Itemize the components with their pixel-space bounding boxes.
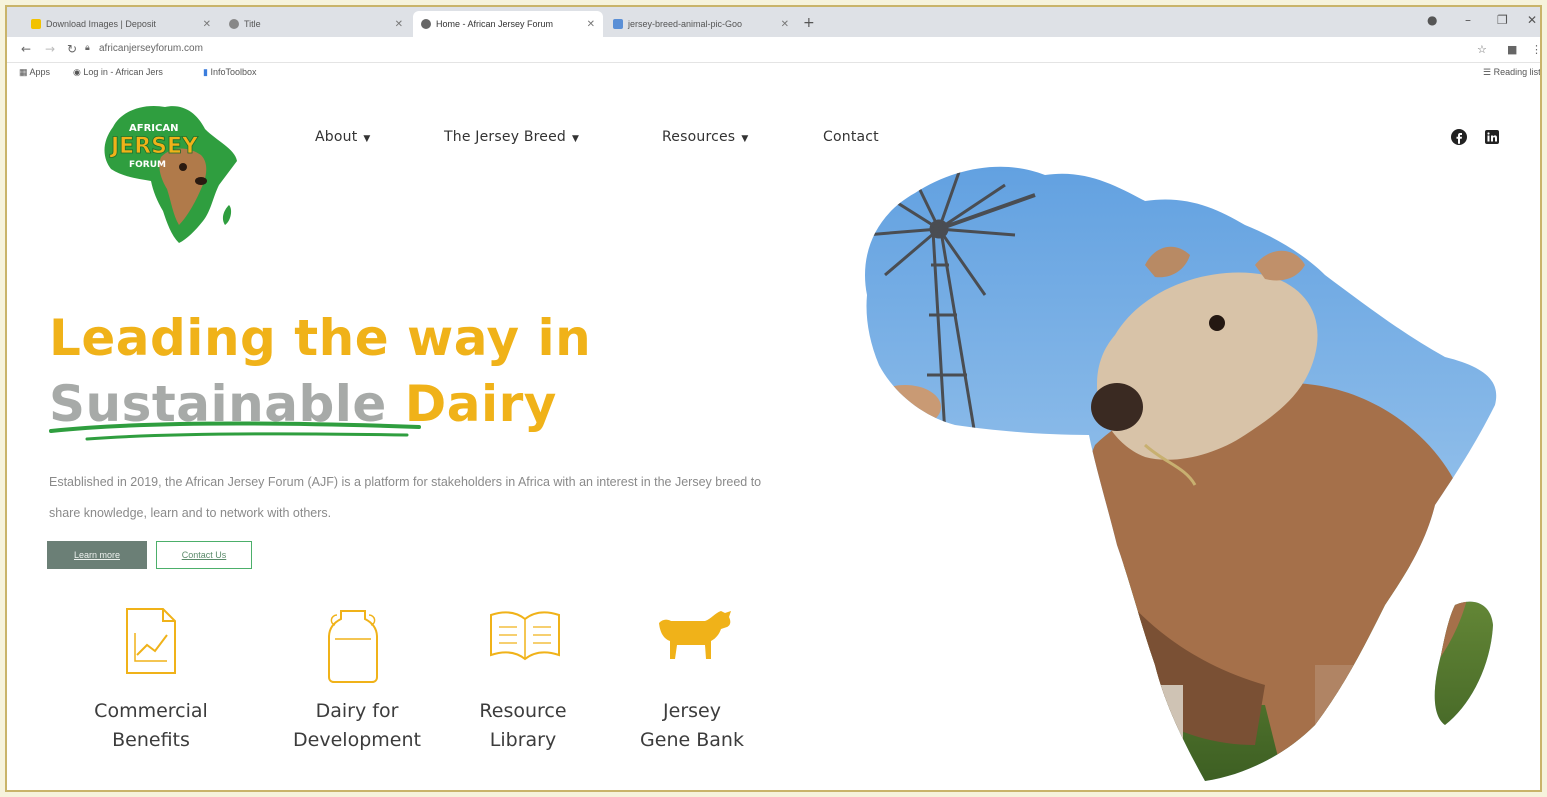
cow-silhouette-icon[interactable]: [653, 605, 733, 665]
learn-more-button[interactable]: Learn more: [47, 541, 147, 569]
feature-commercial-benefits[interactable]: Commercial Benefits: [71, 697, 231, 755]
new-tab-icon[interactable]: +: [803, 15, 815, 31]
forward-icon[interactable]: →: [45, 42, 55, 56]
star-icon[interactable]: ☆: [1477, 43, 1487, 56]
logo-text-forum: FORUM: [129, 160, 166, 170]
hero-africa-cow-image: [865, 166, 1497, 781]
feature-resource-library[interactable]: Resource Library: [463, 697, 583, 755]
bookmarks-bar: ▦ Apps ◉ Log in - African Jers ▮ InfoToo…: [7, 63, 1540, 85]
caret-down-icon: ▼: [363, 134, 371, 144]
globe-icon: [229, 19, 239, 29]
chart-document-icon[interactable]: [123, 605, 179, 677]
bookmark-apps[interactable]: ▦ Apps: [19, 67, 50, 78]
lock-icon: 🔒︎: [85, 43, 90, 53]
feature-dairy-for-development[interactable]: Dairy for Development: [267, 697, 447, 755]
browser-tab-2[interactable]: Title ✕: [221, 11, 411, 37]
web-page: AFRICAN JERSEY FORUM About ▼ The Jersey B…: [7, 85, 1540, 790]
site-logo[interactable]: AFRICAN JERSEY FORUM: [91, 97, 241, 247]
bookmark-login[interactable]: ◉ Log in - African Jers: [73, 67, 163, 78]
url-field[interactable]: africanjerseyforum.com: [99, 43, 203, 54]
tab-label: Download Images | Deposit: [46, 19, 156, 29]
maximize-icon[interactable]: ❐: [1497, 13, 1508, 27]
headline-line-1: Leading the way in: [49, 309, 592, 367]
profile-icon[interactable]: ●: [1427, 13, 1437, 27]
extension-icon[interactable]: ■: [1507, 43, 1517, 56]
tab-label: Title: [244, 19, 261, 29]
bookmark-label: InfoToolbox: [210, 67, 257, 77]
browser-tab-1[interactable]: Download Images | Deposit ✕: [23, 11, 219, 37]
globe-icon: [421, 19, 431, 29]
google-icon: [613, 19, 623, 29]
address-bar: ← → ↻ 🔒︎ africanjerseyforum.com ☆ ■ ⋮: [7, 37, 1540, 63]
bookmark-icon: ▮: [203, 67, 208, 77]
favicon-icon: [31, 19, 41, 29]
reload-icon[interactable]: ↻: [67, 42, 77, 56]
window-close-icon[interactable]: ✕: [1527, 13, 1537, 27]
tab-label: Home - African Jersey Forum: [436, 19, 554, 29]
close-icon[interactable]: ✕: [581, 19, 595, 30]
feature-jersey-gene-bank[interactable]: Jersey Gene Bank: [617, 697, 767, 755]
bookmark-label: Log in - African Jers: [83, 67, 163, 77]
facebook-icon[interactable]: [1451, 129, 1467, 145]
linkedin-icon[interactable]: [1484, 129, 1500, 145]
contact-us-button[interactable]: Contact Us: [156, 541, 252, 569]
nav-contact[interactable]: Contact: [823, 129, 879, 145]
milk-can-icon[interactable]: [323, 605, 383, 685]
tab-label: jersey-breed-animal-pic-Goo: [628, 19, 743, 29]
nav-jersey-breed-label: The Jersey Breed: [444, 129, 566, 145]
hero-intro-text: Established in 2019, the African Jersey …: [49, 475, 762, 520]
reading-list-label: Reading list: [1493, 67, 1541, 77]
nav-resources-label: Resources: [662, 129, 736, 145]
menu-icon[interactable]: ⋮: [1531, 43, 1540, 56]
tab-bar: Download Images | Deposit ✕ Title ✕ Home…: [7, 7, 1540, 37]
back-icon[interactable]: ←: [21, 42, 31, 56]
logo-text-african: AFRICAN: [129, 123, 178, 134]
nav-about[interactable]: About ▼: [315, 129, 371, 145]
headline-word-dairy: Dairy: [404, 375, 557, 433]
nav-resources[interactable]: Resources ▼: [662, 129, 748, 145]
browser-window: Download Images | Deposit ✕ Title ✕ Home…: [5, 5, 1542, 792]
minimize-icon[interactable]: –: [1465, 13, 1471, 27]
close-icon[interactable]: ✕: [389, 19, 403, 30]
close-icon[interactable]: ✕: [197, 19, 211, 30]
nav-contact-label: Contact: [823, 129, 879, 145]
logo-text-jersey: JERSEY: [109, 134, 199, 159]
caret-down-icon: ▼: [572, 134, 580, 144]
nav-jersey-breed[interactable]: The Jersey Breed ▼: [444, 129, 579, 145]
brush-underline-icon: [49, 421, 421, 441]
caret-down-icon: ▼: [741, 134, 749, 144]
bookmark-infotoolbox[interactable]: ▮ InfoToolbox: [203, 67, 257, 78]
bookmark-label: Apps: [29, 67, 51, 77]
browser-tab-4[interactable]: jersey-breed-animal-pic-Goo ✕: [605, 11, 797, 37]
close-icon[interactable]: ✕: [775, 19, 789, 30]
open-book-icon[interactable]: [487, 605, 563, 665]
reading-list[interactable]: ☰ Reading list: [1483, 67, 1541, 78]
browser-tab-3[interactable]: Home - African Jersey Forum ✕: [413, 11, 603, 37]
nav-about-label: About: [315, 129, 358, 145]
